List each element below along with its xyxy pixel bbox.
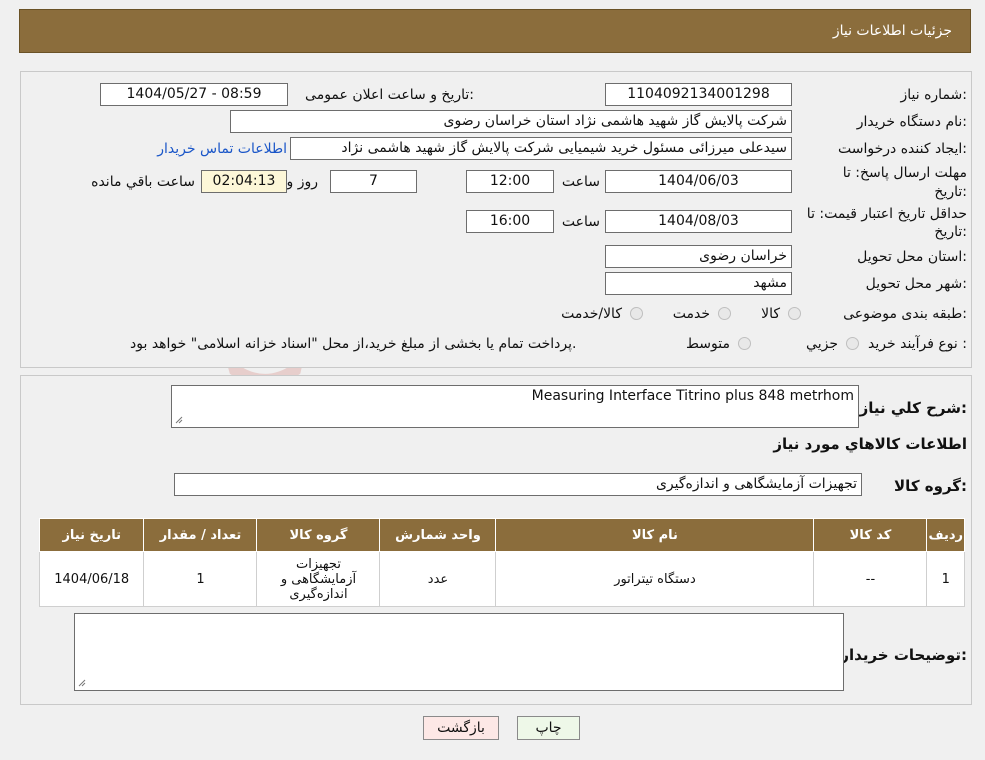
col-code: کد کالا: [813, 518, 928, 552]
items-section-title: اطلاعات كالاهاي مورد نياز: [773, 435, 967, 453]
print-button[interactable]: چاپ: [517, 716, 580, 740]
province-field: خراسان رضوی: [605, 245, 792, 268]
days-field: 7: [330, 170, 417, 193]
process-option-small: جزیي: [806, 336, 838, 352]
cell-date: 1404/06/18: [38, 551, 145, 607]
validity-time-label: ساعت: [561, 214, 600, 230]
col-qty: تعداد / مقدار: [143, 518, 258, 552]
goods-group-field: تجهیزات آزمایشگاهی و اندازه‌گیری: [174, 473, 862, 496]
requester-field: سیدعلی میرزائی مسئول خرید شیمیایی شرکت پ…: [290, 137, 792, 160]
buyer-org-label: نام دستگاه خریدار:: [856, 114, 967, 130]
resize-handle-icon[interactable]: [175, 416, 183, 424]
category-option-goods: کالا: [761, 306, 780, 322]
category-radio-service[interactable]: [718, 307, 731, 320]
payment-note: پرداخت تمام یا بخشی از مبلغ خرید،از محل …: [130, 336, 577, 352]
cell-row: 1: [926, 551, 965, 607]
goods-group-label: گروه کالا:: [894, 477, 967, 495]
cell-name: دستگاه تیتراتور: [495, 551, 815, 607]
validity-label: حداقل تاریخ اعتبار قیمت: تا: [806, 206, 967, 222]
province-label: استان محل تحویل:: [857, 249, 967, 265]
validity-time-field: 16:00: [466, 210, 554, 233]
deadline-date-field: 1404/06/03: [605, 170, 792, 193]
items-table: ردیف کد کالا نام کالا واحد شمارش گروه کا…: [38, 518, 965, 607]
contact-info-link[interactable]: اطلاعات تماس خریدار: [157, 141, 287, 157]
category-radio-goods[interactable]: [788, 307, 801, 320]
description-text: Measuring Interface Titrino plus 848 met…: [531, 388, 854, 404]
description-field[interactable]: Measuring Interface Titrino plus 848 met…: [171, 385, 859, 428]
cell-qty: 1: [143, 551, 258, 607]
days-label: روز و: [286, 174, 319, 190]
buyer-notes-field[interactable]: [74, 613, 844, 691]
process-option-medium: متوسط: [686, 336, 730, 352]
need-number-field: 1104092134001298: [605, 83, 792, 106]
col-name: نام کالا: [495, 518, 815, 552]
process-radio-medium[interactable]: [738, 337, 751, 350]
category-option-service: خدمت: [672, 306, 710, 322]
cell-unit: عدد: [379, 551, 497, 607]
need-number-label: شماره نیاز:: [900, 87, 967, 103]
cell-group: تجهیزات آزمایشگاهی و اندازه‌گیری: [256, 551, 381, 607]
deadline-label-date: تاریخ:: [934, 184, 967, 200]
col-row: ردیف: [926, 518, 965, 552]
col-group: گروه کالا: [256, 518, 381, 552]
process-radio-small[interactable]: [846, 337, 859, 350]
page-title: جزئیات اطلاعات نیاز: [832, 23, 952, 39]
validity-date-field: 1404/08/03: [605, 210, 792, 233]
page-header: جزئیات اطلاعات نیاز: [19, 9, 971, 53]
category-label: طبقه بندی موضوعی:: [843, 306, 967, 322]
col-unit: واحد شمارش: [379, 518, 497, 552]
table-row: 1 -- دستگاه تیتراتور عدد تجهیزات آزمایشگ…: [38, 551, 965, 607]
remaining-time-field: 02:04:13: [201, 170, 287, 193]
remaining-time-label: ساعت باقي مانده: [91, 174, 195, 190]
description-label: شرح كلي نياز:: [859, 399, 967, 417]
validity-label-date: تاریخ:: [934, 224, 967, 240]
buyer-org-field: شرکت پالایش گاز شهید هاشمی نژاد استان خر…: [230, 110, 792, 133]
process-label: نوع فرآیند خرید :: [868, 336, 967, 352]
announce-date-field: 1404/05/27 - 08:59: [100, 83, 288, 106]
category-radio-goods-service[interactable]: [630, 307, 643, 320]
deadline-time-field: 12:00: [466, 170, 554, 193]
resize-handle-icon[interactable]: [78, 679, 86, 687]
city-field: مشهد: [605, 272, 792, 295]
deadline-label: مهلت ارسال پاسخ: تا: [842, 165, 967, 181]
city-label: شهر محل تحویل:: [865, 276, 967, 292]
requester-label: ایجاد کننده درخواست:: [838, 141, 967, 157]
col-date: تاریخ نیاز: [38, 518, 145, 552]
announce-date-label: تاریخ و ساعت اعلان عمومی:: [305, 87, 474, 103]
category-option-goods-service: کالا/خدمت: [561, 306, 622, 322]
deadline-time-label: ساعت: [561, 174, 600, 190]
cell-code: --: [813, 551, 928, 607]
back-button[interactable]: بازگشت: [423, 716, 499, 740]
buyer-notes-label: توضیحات خریدار:: [840, 646, 967, 664]
items-table-header: ردیف کد کالا نام کالا واحد شمارش گروه کا…: [38, 518, 965, 552]
